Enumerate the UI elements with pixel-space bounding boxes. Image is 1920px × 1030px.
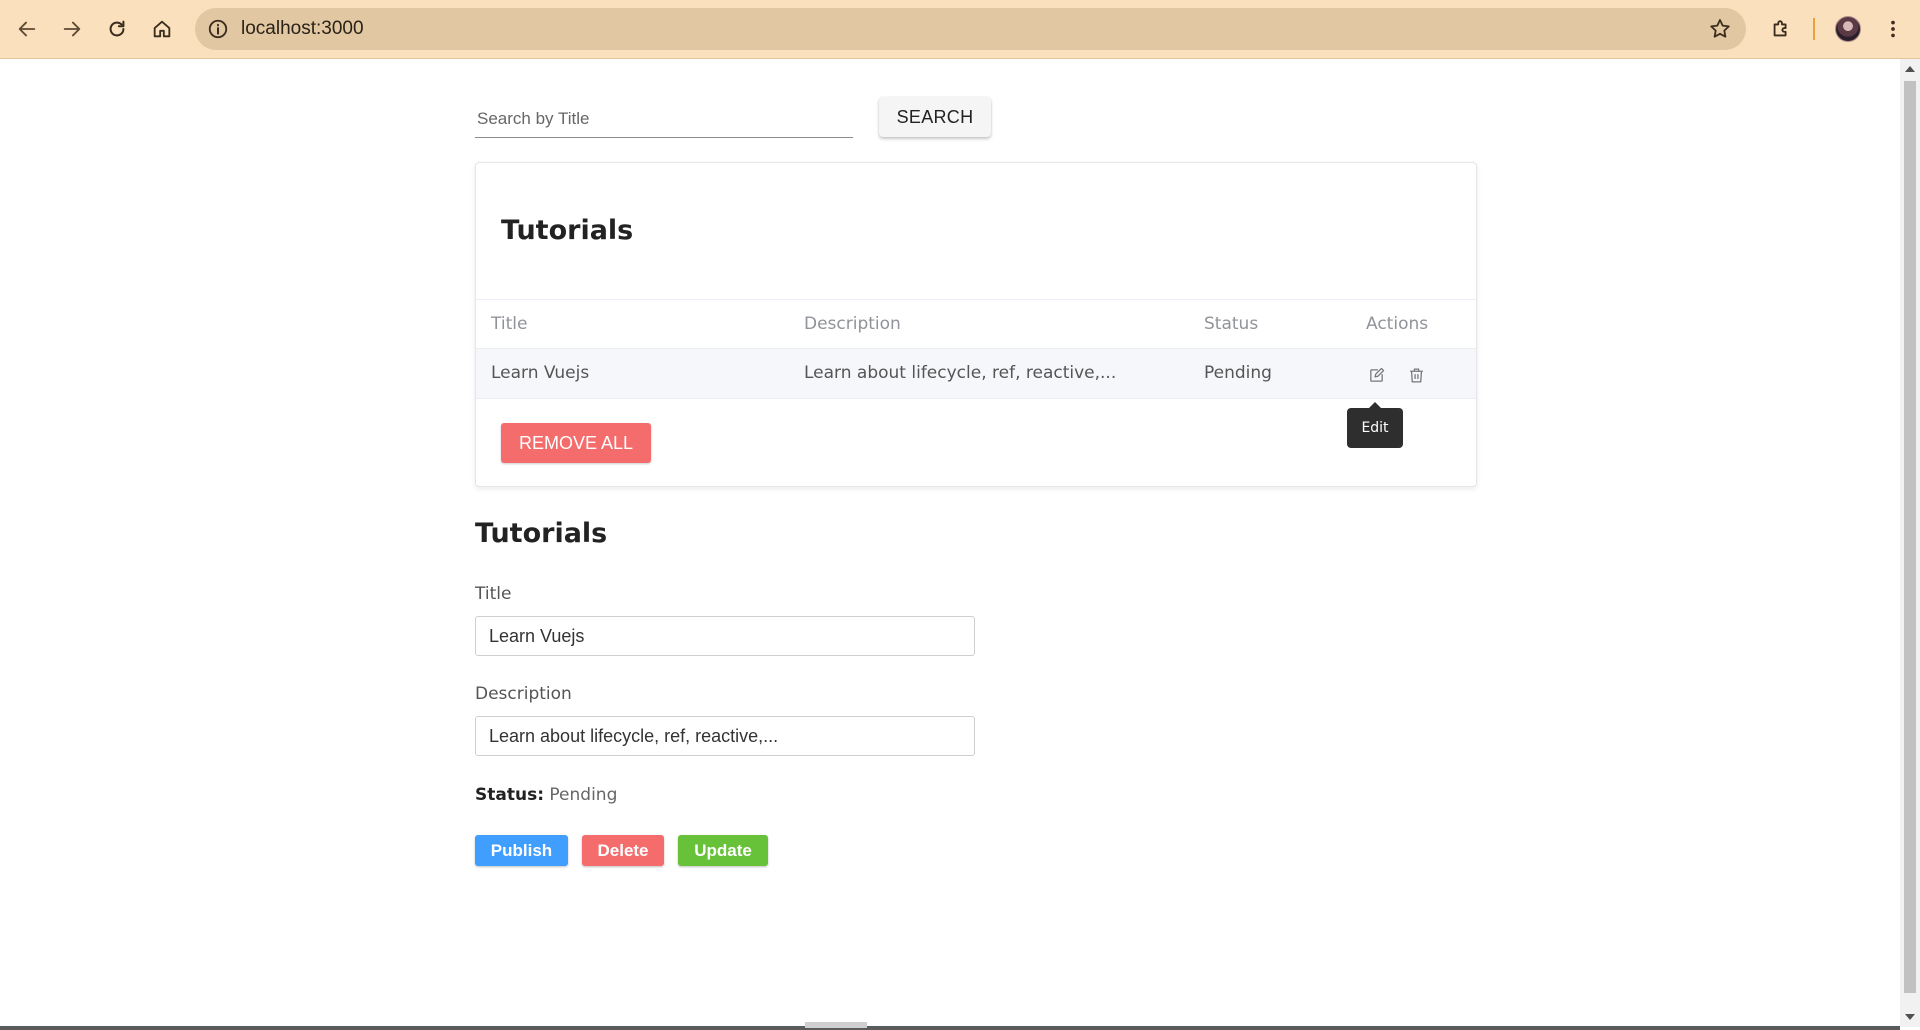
status-value: Pending [549, 785, 618, 805]
home-button[interactable] [145, 12, 179, 46]
scroll-down-icon[interactable] [1905, 1014, 1915, 1020]
status-line: Status: Pending [475, 785, 617, 805]
tutorials-table: Title Description Status Actions Learn V… [476, 299, 1476, 399]
table-row[interactable]: Learn Vuejs Learn about lifecycle, ref, … [476, 349, 1476, 399]
back-arrow-icon [18, 21, 36, 37]
url-text[interactable]: localhost:3000 [241, 18, 364, 40]
scroll-thumb[interactable] [1904, 81, 1916, 993]
search-input[interactable] [475, 96, 853, 138]
tutorials-list-card: Tutorials Title Description Status Actio… [475, 162, 1477, 487]
star-icon[interactable] [1708, 17, 1732, 41]
row-description: Learn about lifecycle, ref, reactive,... [804, 363, 1117, 383]
search-button[interactable]: SEARCH [879, 97, 991, 137]
edit-tooltip: Edit [1347, 402, 1403, 448]
column-header-actions: Actions [1366, 314, 1429, 334]
avatar[interactable] [1835, 16, 1861, 42]
browser-toolbar: localhost:3000 [0, 0, 1920, 59]
title-label: Title [475, 584, 512, 604]
scroll-up-icon[interactable] [1905, 66, 1915, 72]
table-header: Title Description Status Actions [476, 299, 1476, 349]
list-title: Tutorials [501, 215, 634, 246]
forward-button[interactable] [55, 12, 89, 46]
puzzle-icon [1773, 20, 1787, 37]
address-bar[interactable]: localhost:3000 [195, 8, 1746, 50]
remove-all-button[interactable]: REMOVE ALL [501, 423, 651, 463]
info-icon[interactable] [206, 17, 230, 41]
toolbar-divider [1813, 18, 1815, 40]
forward-arrow-icon [63, 21, 81, 37]
kebab-menu-icon [1891, 20, 1895, 38]
trash-icon[interactable] [1406, 365, 1426, 385]
delete-button[interactable]: Delete [582, 835, 664, 866]
vertical-scrollbar[interactable] [1900, 59, 1920, 1027]
menu-button[interactable] [1876, 12, 1910, 46]
form-title: Tutorials [475, 518, 608, 549]
edit-icon[interactable] [1366, 365, 1386, 385]
reload-button[interactable] [100, 12, 134, 46]
extensions-button[interactable] [1764, 12, 1798, 46]
status-label: Status: [475, 785, 544, 805]
update-button[interactable]: Update [678, 835, 768, 866]
column-header-title: Title [491, 314, 528, 334]
row-status: Pending [1204, 363, 1272, 383]
window-bottom-edge [0, 1026, 1900, 1030]
home-icon [153, 20, 171, 38]
title-input[interactable] [475, 616, 975, 656]
publish-button[interactable]: Publish [475, 835, 568, 866]
row-title: Learn Vuejs [491, 363, 590, 383]
column-header-description: Description [804, 314, 901, 334]
reload-icon [109, 20, 125, 37]
column-header-status: Status [1204, 314, 1259, 334]
description-label: Description [475, 684, 572, 704]
description-input[interactable] [475, 716, 975, 756]
back-button[interactable] [10, 12, 44, 46]
bottom-handle [805, 1022, 867, 1028]
